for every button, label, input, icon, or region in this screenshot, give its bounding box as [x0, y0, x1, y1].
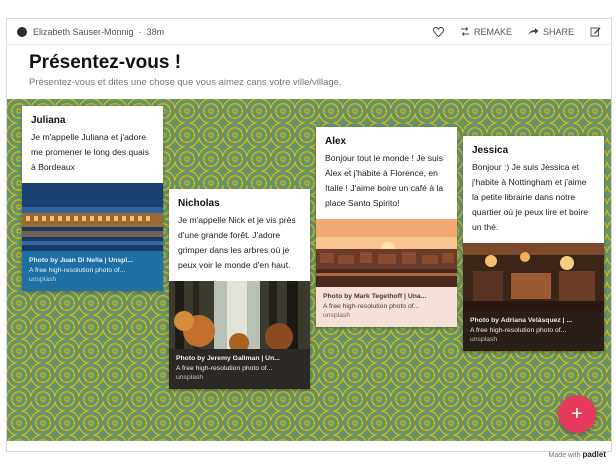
- photo-source[interactable]: unsplash: [176, 373, 303, 383]
- florence-photo: [316, 219, 457, 287]
- remake-label: REMAKE: [473, 26, 512, 37]
- photo-description: A free high-resolution photo of...: [176, 364, 273, 372]
- post-body: Bonjour tout le monde ! Je suis Alex et …: [325, 153, 444, 208]
- padlet-frame: Elizabeth Sauser-Monnig · 38m REMAKE SHA…: [6, 18, 612, 452]
- edit-icon: [590, 27, 601, 37]
- photo-caption: Photo by Jeremy Gallman | Un... A free h…: [169, 349, 310, 389]
- post-photo[interactable]: [463, 243, 604, 311]
- add-post-button[interactable]: +: [558, 395, 596, 433]
- post-title: Alex: [325, 136, 347, 147]
- bookshop-photo: [463, 243, 604, 311]
- photo-caption: Photo by Adriana Velásquez | ... A free …: [463, 311, 604, 351]
- photo-source[interactable]: unsplash: [470, 335, 597, 345]
- made-with-label: Made with: [548, 452, 581, 459]
- photo-caption: Photo by Juan Di Nella | Unspl... A free…: [22, 251, 163, 291]
- photo-credit[interactable]: Photo by Jeremy Gallman | Un...: [176, 354, 303, 364]
- post-title: Nicholas: [178, 198, 220, 209]
- top-bar: Elizabeth Sauser-Monnig · 38m REMAKE SHA…: [7, 19, 611, 45]
- post-photo[interactable]: [316, 219, 457, 287]
- photo-credit[interactable]: Photo by Adriana Velásquez | ...: [470, 316, 597, 326]
- padlet-header: Présentez-vous ! Présentez-vous et dites…: [29, 52, 591, 88]
- photo-credit[interactable]: Photo by Mark Tegethoff | Una...: [323, 292, 450, 302]
- post-card[interactable]: Jessica Bonjour :) Je suis Jessica et j'…: [463, 136, 604, 351]
- post-title: Jessica: [472, 145, 509, 156]
- remake-button[interactable]: REMAKE: [460, 27, 512, 37]
- photo-source[interactable]: unsplash: [29, 275, 156, 285]
- photo-caption: Photo by Mark Tegethoff | Una... A free …: [316, 287, 457, 327]
- bordeaux-photo: [22, 183, 163, 251]
- share-icon: [528, 28, 539, 35]
- separator: ·: [138, 26, 142, 37]
- page-subtitle: Présentez-vous et dites une chose que vo…: [29, 77, 342, 88]
- post-card[interactable]: Alex Bonjour tout le monde ! Je suis Ale…: [316, 127, 457, 327]
- post-body: Je m'appelle Nick et je vis près d'une g…: [178, 215, 296, 270]
- heart-icon: [432, 26, 444, 37]
- photo-source[interactable]: unsplash: [323, 311, 450, 321]
- like-button[interactable]: [432, 26, 444, 37]
- remake-icon: [460, 27, 469, 36]
- post-card[interactable]: Nicholas Je m'appelle Nick et je vis prè…: [169, 189, 310, 389]
- post-card[interactable]: Juliana Je m'appelle Juliana et j'adore …: [22, 106, 163, 291]
- forest-photo: [169, 281, 310, 349]
- edit-button[interactable]: [590, 26, 601, 37]
- post-title: Juliana: [31, 115, 66, 126]
- post-body: Je m'appelle Juliana et j'adore me prome…: [31, 132, 149, 172]
- post-photo[interactable]: [169, 281, 310, 349]
- photo-description: A free high-resolution photo of...: [29, 266, 126, 274]
- avatar-icon[interactable]: [17, 26, 27, 37]
- share-button[interactable]: SHARE: [528, 27, 574, 37]
- made-with-padlet[interactable]: Made with padlet: [549, 450, 606, 459]
- photo-description: A free high-resolution photo of...: [470, 326, 567, 334]
- page-title: Présentez-vous !: [29, 52, 182, 73]
- post-body: Bonjour :) Je suis Jessica et j'habite à…: [472, 162, 589, 232]
- photo-description: A free high-resolution photo of...: [323, 302, 420, 310]
- padlet-wall: Juliana Je m'appelle Juliana et j'adore …: [7, 99, 611, 441]
- photo-credit[interactable]: Photo by Juan Di Nella | Unspl...: [29, 256, 156, 266]
- author-name[interactable]: Elizabeth Sauser-Monnig: [33, 27, 134, 37]
- share-label: SHARE: [542, 26, 574, 37]
- post-photo[interactable]: [22, 183, 163, 251]
- padlet-brand: padlet: [582, 450, 606, 459]
- time-ago: 38m: [146, 26, 165, 37]
